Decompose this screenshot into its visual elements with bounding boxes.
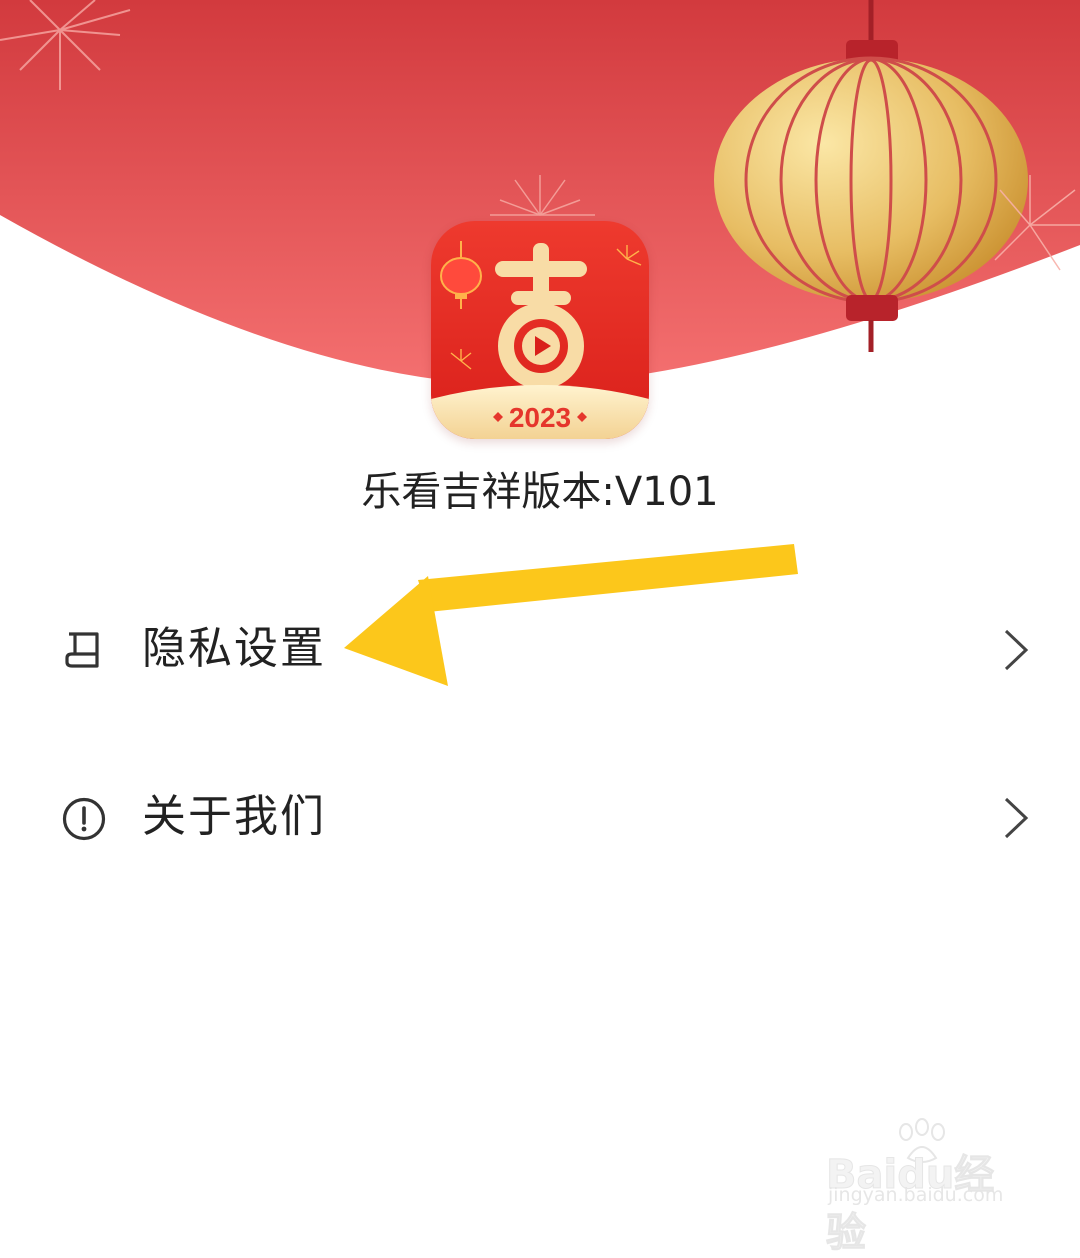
chevron-right-icon	[1004, 629, 1029, 671]
book-icon	[65, 632, 99, 668]
info-circle-icon	[62, 797, 106, 841]
privacy-settings-label: 隐私设置	[142, 623, 326, 674]
privacy-settings-item[interactable]: 隐私设置	[0, 575, 1080, 725]
about-us-label: 关于我们	[142, 791, 326, 842]
watermark-sub: jingyan.baidu.com	[828, 1184, 1004, 1206]
paw-icon	[899, 1118, 945, 1163]
version-text: 乐看吉祥版本:V101	[361, 469, 719, 515]
baidu-watermark: Baidu经验 jingyan.baidu.com	[826, 1118, 1026, 1257]
logo-year: 2023	[509, 402, 571, 433]
chevron-right-icon	[1004, 797, 1029, 839]
watermark-main: Baidu经验	[826, 1152, 995, 1257]
about-us-item[interactable]: 关于我们	[0, 743, 1080, 893]
app-logo: 2023	[431, 221, 649, 439]
